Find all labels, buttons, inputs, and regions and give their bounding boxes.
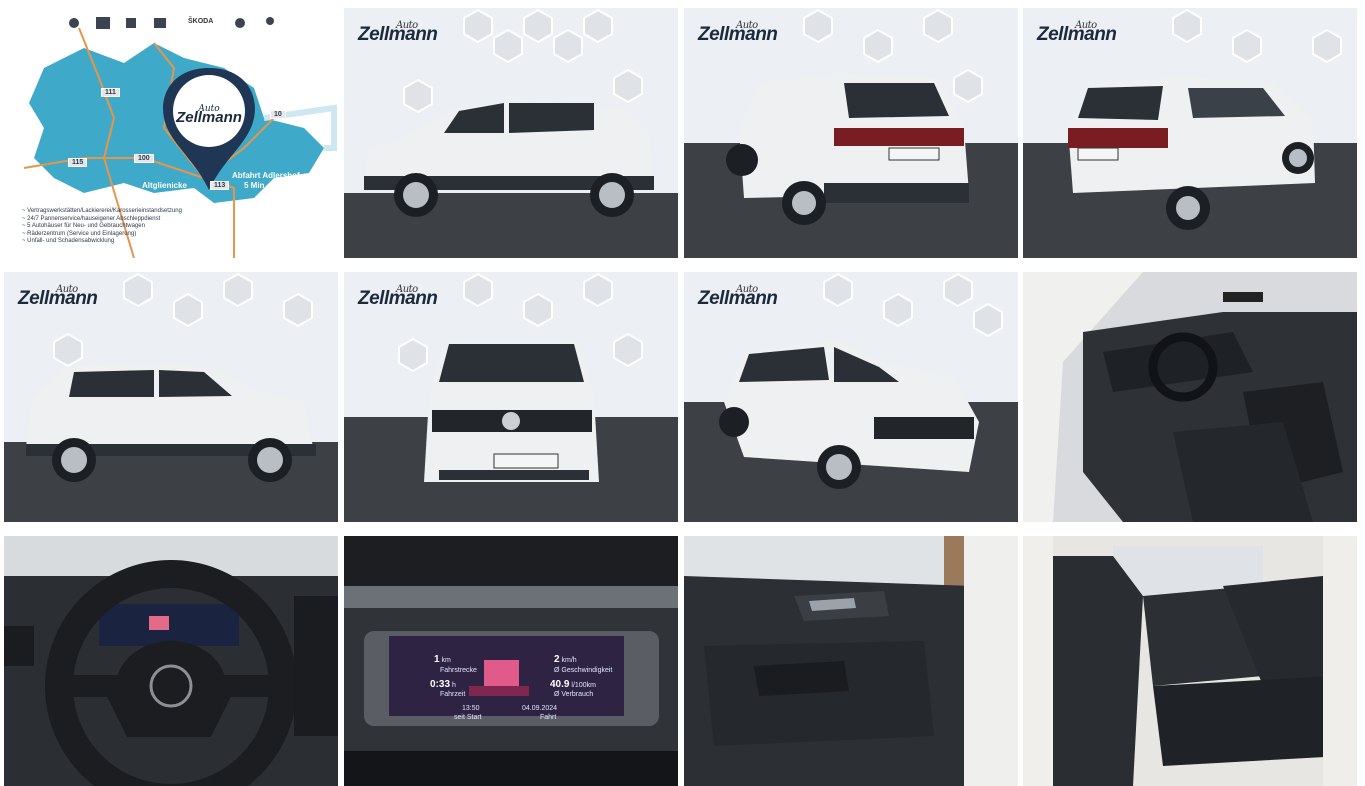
road-label: 10: [270, 110, 286, 119]
door-panel-image: [684, 536, 1018, 786]
cluster-time-unit: h: [451, 682, 456, 689]
dealer-logo: Auto Zellmann: [698, 284, 778, 310]
rear-seats-image: [1023, 536, 1357, 786]
services-list-item: ~ 5 Autohäuser für Neu- und Gebrauchtwag…: [22, 223, 145, 229]
road-label: 100: [134, 154, 154, 163]
cluster-time-label: Fahrzeit: [440, 691, 466, 698]
dealer-logo: Auto Zellmann: [698, 20, 778, 46]
cluster-consumption-unit: l/100km: [571, 682, 596, 689]
cluster-clock: 13:50: [462, 705, 480, 712]
photo-interior-front[interactable]: [1023, 272, 1357, 522]
photo-steering-wheel[interactable]: [4, 536, 338, 786]
photo-side-right[interactable]: Auto Zellmann: [344, 8, 678, 258]
dealer-logo: Auto Zellmann: [18, 284, 98, 310]
cluster-speed-value: 2: [554, 654, 560, 665]
photo-instrument-cluster[interactable]: 1 km Fahrstrecke 0:33 h Fahrzeit 2 km/h …: [344, 536, 678, 786]
dealer-logo-text: Zellmann: [358, 288, 438, 309]
cluster-speed: 2 km/h: [554, 654, 577, 665]
services-list: ~ Vertragswerkstätten/Lackiererei/Kaross…: [22, 208, 182, 246]
cluster-range: 1 km: [434, 654, 451, 665]
services-list-item: ~ Unfall- und Schadensabwicklung: [22, 238, 115, 244]
place-label: 5 Min.: [244, 181, 267, 190]
pin-logo-text: Zellmann: [176, 109, 242, 126]
cluster-consumption-label: Ø Verbrauch: [554, 691, 594, 698]
services-list-item: ~ Vertragswerkstätten/Lackiererei/Kaross…: [22, 208, 182, 214]
dealer-logo: Auto Zellmann: [358, 20, 438, 46]
dealer-logo-text: Zellmann: [358, 24, 438, 45]
photo-rear-seats[interactable]: [1023, 536, 1357, 786]
road-label: 113: [210, 181, 230, 190]
instrument-cluster-image: [344, 536, 678, 786]
cluster-status-left: seit Start: [454, 714, 482, 721]
dealer-logo: Auto Zellmann: [358, 284, 438, 310]
cluster-time-value: 0:33: [430, 679, 451, 690]
photo-gallery: ŠKODA Auto Zellmann 111 100 115 113 10 A…: [0, 0, 1365, 786]
services-list-item: ~ Räderzentrum (Service und Einlagerung): [22, 230, 137, 237]
photo-dealer-map[interactable]: ŠKODA Auto Zellmann 111 100 115 113 10 A…: [4, 8, 338, 258]
cluster-date: 04.09.2024: [522, 705, 558, 712]
dealer-logo: Auto Zellmann: [1037, 20, 1117, 46]
road-label: 115: [68, 158, 88, 167]
cluster-speed-label: Ø Geschwindigkeit: [554, 667, 613, 674]
cluster-consumption: 40.9 l/100km: [550, 679, 596, 690]
dealer-logo-text: Zellmann: [18, 288, 98, 309]
cluster-range-unit: km: [441, 657, 451, 664]
photo-front[interactable]: Auto Zellmann: [344, 272, 678, 522]
photo-rear-right[interactable]: Auto Zellmann: [1023, 8, 1357, 258]
cluster-consumption-value: 40.9: [550, 679, 570, 690]
photo-door-panel[interactable]: [684, 536, 1018, 786]
cluster-status-right: Fahrt: [540, 714, 557, 721]
pin-logo: Auto Zellmann: [167, 104, 251, 126]
dealer-logo-text: Zellmann: [698, 288, 778, 309]
interior-front-image: [1023, 272, 1357, 522]
cluster-time: 0:33 h: [430, 679, 456, 690]
photo-rear-left[interactable]: Auto Zellmann: [684, 8, 1018, 258]
photo-side-left[interactable]: Auto Zellmann: [4, 272, 338, 522]
dealer-logo-text: Zellmann: [698, 24, 778, 45]
dealer-logo-text: Zellmann: [1037, 24, 1117, 45]
cluster-range-label: Fahrstrecke: [440, 667, 477, 674]
skoda-brand: ŠKODA: [188, 18, 214, 25]
road-label: 111: [101, 88, 120, 97]
services-list-item: ~ 24/7 Pannenservice/hauseigener Abschle…: [22, 215, 161, 222]
cluster-speed-unit: km/h: [561, 657, 577, 664]
photo-front-left[interactable]: Auto Zellmann: [684, 272, 1018, 522]
steering-wheel-image: [4, 536, 338, 786]
place-label: Altglienicke: [142, 181, 187, 190]
place-label: Abfahrt Adlershof: [232, 171, 300, 180]
cluster-range-value: 1: [434, 654, 440, 665]
